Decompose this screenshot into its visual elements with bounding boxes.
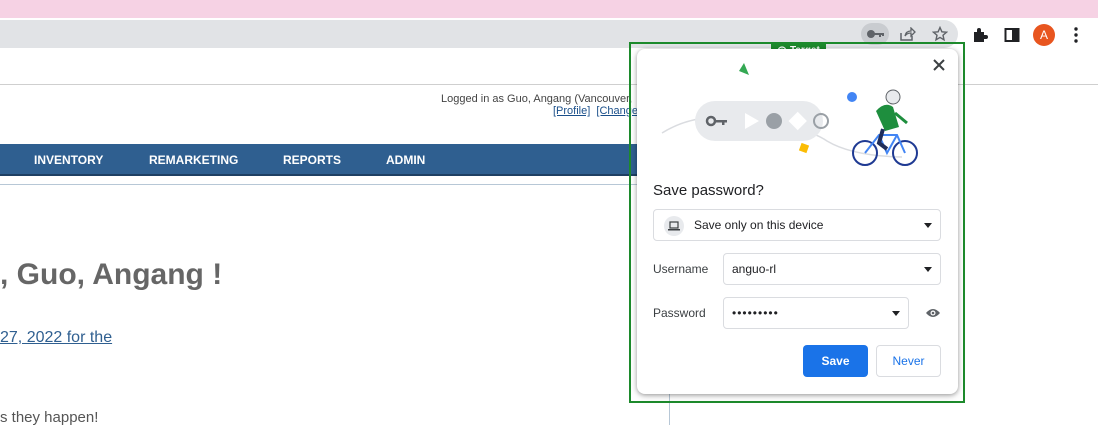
login-links: [Profile] [Change <box>553 105 638 117</box>
more-menu-icon[interactable] <box>1064 23 1088 47</box>
password-value: ••••••••• <box>732 306 779 320</box>
nav-item-admin[interactable]: ADMIN <box>386 153 425 167</box>
save-password-dialog: Save password? Save only on this device … <box>637 49 958 394</box>
username-field[interactable]: anguo-rl <box>723 253 941 285</box>
welcome-heading: , Guo, Angang ! <box>0 258 223 291</box>
body-text: s they happen! <box>0 409 99 426</box>
laptop-icon <box>664 216 684 236</box>
save-button[interactable]: Save <box>803 345 868 377</box>
extensions-puzzle-icon[interactable] <box>968 23 992 47</box>
password-label: Password <box>653 306 706 320</box>
login-info: Logged in as Guo, Angang (Vancouver, <box>441 93 633 105</box>
chevron-down-icon <box>924 267 932 272</box>
profile-avatar[interactable]: A <box>1033 24 1055 46</box>
main-nav: INVENTORY REMARKETING REPORTS ADMIN <box>0 144 700 176</box>
password-field[interactable]: ••••••••• <box>723 297 909 329</box>
side-panel-icon[interactable] <box>1000 23 1024 47</box>
username-value: anguo-rl <box>732 262 777 276</box>
show-password-eye-icon[interactable] <box>923 304 943 322</box>
save-location-value: Save only on this device <box>694 218 824 232</box>
date-link[interactable]: 27, 2022 for the <box>0 329 112 347</box>
chevron-down-icon <box>892 311 900 316</box>
close-icon[interactable] <box>929 55 949 75</box>
password-illustration-icon <box>661 63 918 166</box>
dialog-title: Save password? <box>653 182 764 199</box>
never-button[interactable]: Never <box>876 345 941 377</box>
nav-item-inventory[interactable]: INVENTORY <box>34 153 103 167</box>
chevron-down-icon <box>924 223 932 228</box>
nav-item-reports[interactable]: REPORTS <box>283 153 341 167</box>
nav-item-remarketing[interactable]: REMARKETING <box>149 153 238 167</box>
username-label: Username <box>653 262 709 276</box>
profile-link[interactable]: [Profile] <box>553 105 590 117</box>
save-location-dropdown[interactable]: Save only on this device <box>653 209 941 241</box>
tab-strip <box>0 0 1098 18</box>
nav-divider <box>0 184 700 185</box>
